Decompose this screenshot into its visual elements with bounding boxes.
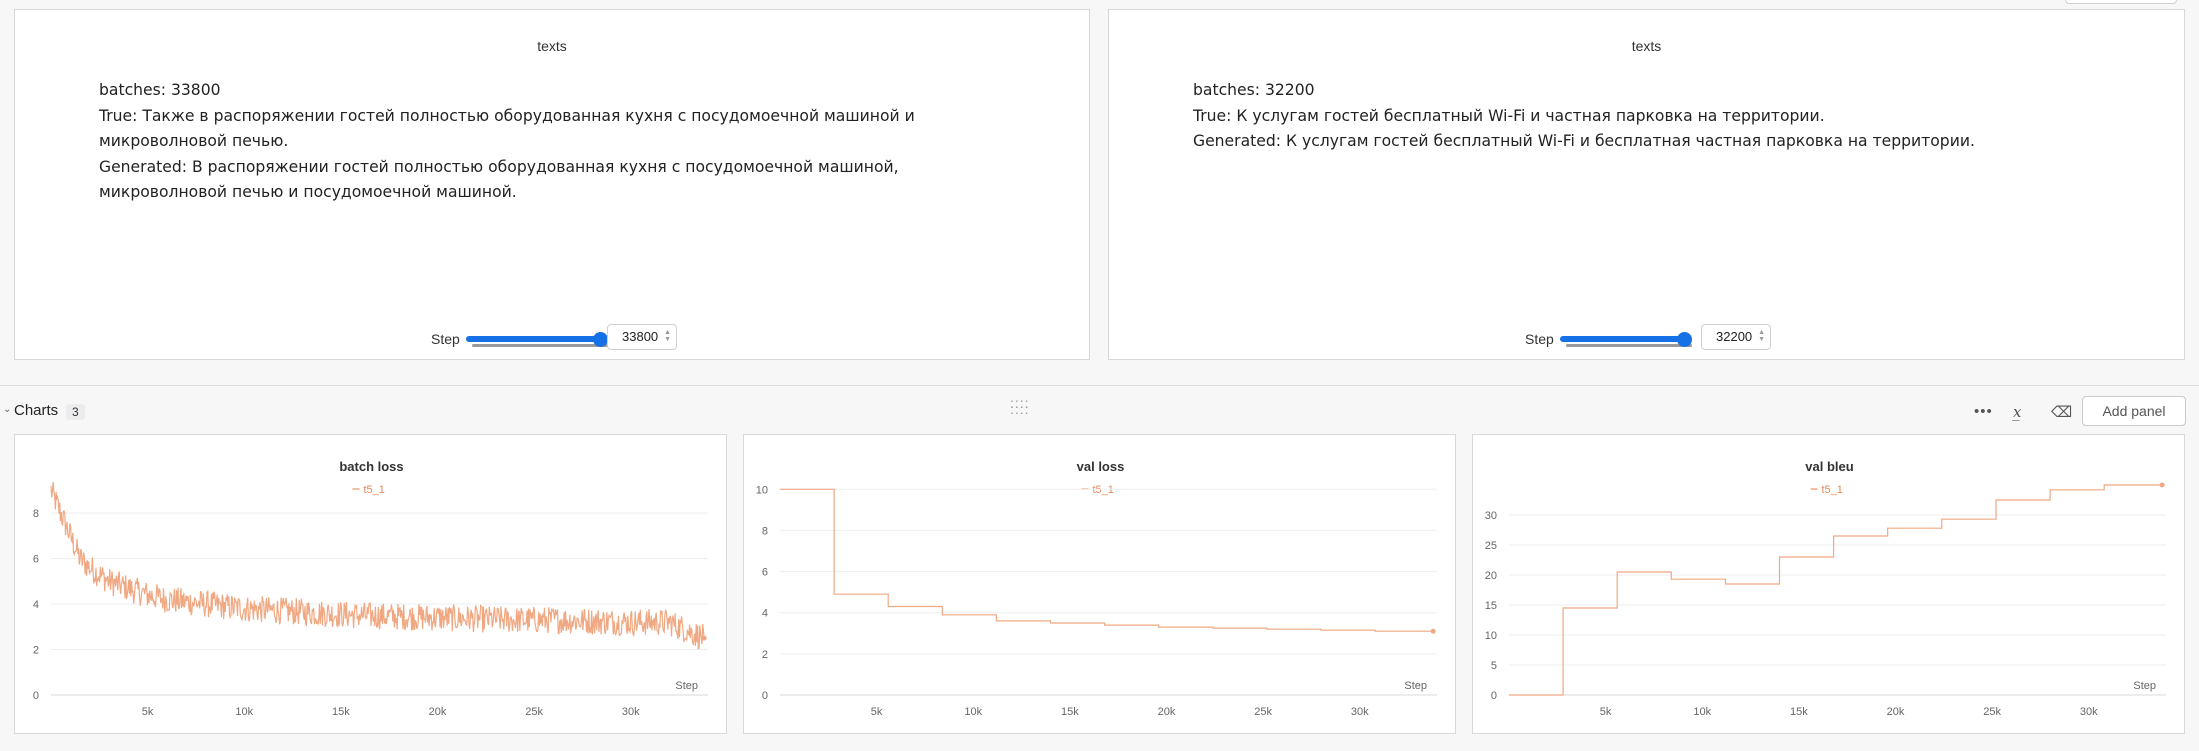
x-tick-label: 15k xyxy=(1061,706,1079,718)
y-tick-label: 10 xyxy=(1485,630,1497,642)
x-tick-label: 15k xyxy=(332,706,350,718)
true-text: True: Также в распоряжении гостей полнос… xyxy=(99,106,915,151)
x-tick-label: 10k xyxy=(235,706,253,718)
series-endpoint xyxy=(701,635,707,641)
section-title[interactable]: Charts xyxy=(14,402,58,419)
text-body: batches: 33800 True: Также в распоряжени… xyxy=(99,78,1013,206)
y-tick-label: 10 xyxy=(756,484,768,496)
y-tick-label: 0 xyxy=(762,690,768,702)
step-slider[interactable] xyxy=(466,332,608,347)
x-tick-label: 30k xyxy=(622,706,640,718)
series-line xyxy=(1509,484,2163,696)
slider-track xyxy=(1566,344,1692,347)
chevron-down-icon[interactable]: ⌄ xyxy=(3,404,11,415)
section-divider xyxy=(0,385,2199,386)
y-tick-label: 8 xyxy=(762,525,768,537)
add-panel-button[interactable]: Add panel xyxy=(2082,396,2186,426)
panel-title: texts xyxy=(537,38,567,54)
y-tick-label: 6 xyxy=(762,567,768,579)
x-tick-label: 25k xyxy=(1983,706,2001,718)
panel-title: texts xyxy=(1631,38,1662,54)
panel-count-badge: 3 xyxy=(66,404,85,420)
chart-panel-batch-loss: batch loss t5_1 0 2 4 6 8 5k 10k 15k 20k 25k 30k Step xyxy=(14,434,727,734)
generated-text: Generated: В распоряжении гостей полност… xyxy=(99,157,899,202)
x-tick-label: 20k xyxy=(429,706,447,718)
legend-label: t5_1 xyxy=(1822,484,1843,496)
x-tick-label: 30k xyxy=(1351,706,1369,718)
x-tick-label: 20k xyxy=(1158,706,1176,718)
legend-label: t5_1 xyxy=(364,484,385,496)
y-tick-label: 2 xyxy=(762,649,768,661)
legend-label: t5_1 xyxy=(1093,484,1114,496)
drag-handle-icon[interactable]: :::::::: xyxy=(1010,396,1030,416)
step-value: 33800 xyxy=(622,329,659,344)
x-tick-label: 5k xyxy=(1600,706,1612,718)
x-axis-label: Step xyxy=(1404,680,1427,692)
stepper-arrows-icon[interactable]: ▲ ▼ xyxy=(664,329,671,343)
x-tick-label: 5k xyxy=(142,706,154,718)
chart-title: val loss xyxy=(1077,459,1125,474)
val-bleu-chart: val bleu t5_1 0 5 10 15 20 25 30 5k 10k 15k 20k 25k 30… xyxy=(1485,459,2166,718)
clear-icon[interactable]: ⌫ xyxy=(2051,403,2072,421)
step-input[interactable]: 32200 ▲ ▼ xyxy=(1701,324,1771,350)
x-tick-label: 25k xyxy=(525,706,543,718)
slider-fill xyxy=(466,336,598,342)
more-icon[interactable]: ••• xyxy=(1974,403,1993,420)
y-tick-label: 25 xyxy=(1485,540,1497,552)
chart-panel-val-bleu: val bleu t5_1 0 5 10 15 20 25 30 5k 10k 15k 20k 25k 30… xyxy=(1472,434,2185,734)
charts-section-header: ⌄ Charts 3 :::::::: ••• x̲ ⌫ Add panel xyxy=(0,396,2199,426)
y-tick-label: 30 xyxy=(1485,510,1497,522)
x-axis-label: Step xyxy=(675,680,698,692)
x-tick-label: 10k xyxy=(1693,706,1711,718)
step-label: Step xyxy=(431,331,460,347)
slider-knob[interactable] xyxy=(1677,332,1692,347)
slider-fill xyxy=(1560,336,1682,342)
step-slider[interactable] xyxy=(1560,332,1692,347)
series-endpoint xyxy=(1430,628,1436,634)
y-tick-label: 4 xyxy=(33,599,39,611)
batch-loss-chart: batch loss t5_1 0 2 4 6 8 5k 10k 15k 20k 25k 30k Step xyxy=(33,459,708,718)
series-line xyxy=(780,488,1434,632)
y-tick-label: 6 xyxy=(33,554,39,566)
slider-track xyxy=(472,344,608,347)
true-text: True: К услугам гостей бесплатный Wi-Fi … xyxy=(1193,106,1825,125)
step-input[interactable]: 33800 ▲ ▼ xyxy=(607,324,677,350)
chart-panel-val-loss: val loss t5_1 0 2 4 6 8 10 5k 10k 15k 20k 25k 30k Step xyxy=(743,434,1456,734)
x-tick-label: 20k xyxy=(1887,706,1905,718)
step-label: Step xyxy=(1525,331,1554,347)
y-tick-label: 4 xyxy=(762,608,768,620)
text-panel: texts batches: 32200 True: К услугам гос… xyxy=(1108,9,2185,360)
generated-text: Generated: К услугам гостей бесплатный W… xyxy=(1193,132,1975,150)
batches-text: batches: 33800 xyxy=(99,81,221,99)
y-tick-label: 5 xyxy=(1491,660,1497,672)
y-tick-label: 0 xyxy=(1491,690,1497,702)
text-body: batches: 32200 True: К услугам гостей бе… xyxy=(1193,78,2108,155)
series-endpoint xyxy=(2159,482,2165,488)
chart-title: val bleu xyxy=(1805,459,1853,474)
x-axis-label: Step xyxy=(2133,680,2156,692)
x-tick-label: 5k xyxy=(871,706,883,718)
val-loss-chart: val loss t5_1 0 2 4 6 8 10 5k 10k 15k 20k 25k 30k Step xyxy=(756,459,1437,718)
top-edge-button[interactable] xyxy=(2065,0,2177,4)
text-panel: texts batches: 33800 True: Также в распо… xyxy=(14,9,1090,360)
chart-title: batch loss xyxy=(339,459,403,474)
series-line xyxy=(50,481,705,650)
x-tick-label: 30k xyxy=(2080,706,2098,718)
y-tick-label: 15 xyxy=(1485,600,1497,612)
step-control: Step 32200 ▲ ▼ xyxy=(1109,318,2184,350)
step-value: 32200 xyxy=(1716,329,1753,344)
y-tick-label: 0 xyxy=(33,690,39,702)
y-tick-label: 20 xyxy=(1485,570,1497,582)
x-tick-label: 15k xyxy=(1790,706,1808,718)
step-control: Step 33800 ▲ ▼ xyxy=(15,318,1089,350)
x-tick-label: 10k xyxy=(964,706,982,718)
stepper-arrows-icon[interactable]: ▲ ▼ xyxy=(1758,329,1765,343)
x-tick-label: 25k xyxy=(1254,706,1272,718)
batches-text: batches: 32200 xyxy=(1193,81,1315,99)
slider-knob[interactable] xyxy=(593,332,608,347)
x-axis-icon[interactable]: x̲ xyxy=(2013,403,2021,421)
y-tick-label: 2 xyxy=(33,645,39,657)
y-tick-label: 8 xyxy=(33,508,39,520)
